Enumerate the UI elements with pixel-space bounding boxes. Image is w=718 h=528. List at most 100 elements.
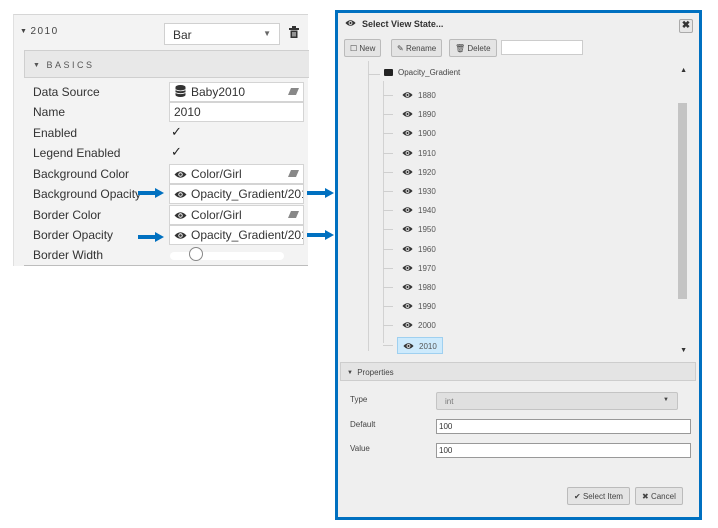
background-color-value: Color/Girl	[191, 167, 242, 181]
properties-section-header[interactable]: ▼ Properties	[340, 362, 696, 381]
tree-line	[383, 344, 393, 346]
data-source-field[interactable]: Baby2010	[169, 82, 304, 102]
border-opacity-value: Opacity_Gradient/2010	[191, 228, 304, 242]
legend-enabled-checkbox[interactable]: ✓	[171, 144, 182, 160]
x-icon: ✖	[642, 492, 649, 501]
tree-item[interactable]: 1930	[397, 183, 441, 200]
border-color-value: Color/Girl	[191, 208, 242, 222]
background-color-field[interactable]: Color/Girl	[169, 164, 304, 184]
eye-icon	[402, 168, 413, 178]
tree-item[interactable]: 1920	[397, 164, 441, 181]
collapse-triangle-icon: ▼	[347, 370, 353, 376]
tree-line	[383, 325, 393, 327]
border-width-slider-handle[interactable]	[189, 247, 203, 261]
background-opacity-label: Background Opacity	[33, 187, 142, 201]
chart-type-select[interactable]: Bar ▼	[164, 23, 280, 45]
data-source-value: Baby2010	[191, 85, 246, 99]
name-input[interactable]: 2010	[169, 102, 304, 122]
chevron-down-icon: ▼	[263, 29, 271, 38]
eraser-icon[interactable]	[288, 88, 299, 95]
tree-line	[383, 229, 393, 231]
new-button[interactable]: ☐ New	[344, 39, 382, 57]
cancel-button[interactable]: ✖ Cancel	[635, 487, 683, 505]
tree-item-label: 1900	[418, 129, 436, 139]
value-input[interactable]: 100	[436, 443, 691, 458]
dialog-title: Select View State...	[362, 19, 444, 29]
tree-line	[383, 191, 393, 192]
panel-divider	[24, 265, 308, 266]
database-icon	[175, 85, 186, 97]
tree-item-label: 2010	[419, 341, 437, 351]
scrollbar-thumb[interactable]	[678, 103, 687, 299]
close-button[interactable]: ✖	[679, 19, 693, 33]
type-select[interactable]: int ▼	[436, 392, 678, 410]
tree-item[interactable]: 1900	[397, 125, 441, 142]
scroll-up-arrow[interactable]: ▲	[680, 67, 687, 74]
basics-section-header[interactable]: ▼ BASICS	[24, 50, 309, 78]
background-opacity-value: Opacity_Gradient/2010	[191, 187, 304, 201]
tree-item-label: 1890	[418, 110, 436, 120]
enabled-checkbox[interactable]: ✓	[171, 124, 182, 140]
search-input[interactable]	[501, 40, 583, 55]
rename-button[interactable]: ✎ Rename	[391, 39, 443, 57]
eraser-icon[interactable]	[288, 211, 299, 218]
default-input[interactable]: 100	[436, 419, 691, 434]
square-icon: ☐	[350, 44, 358, 53]
chart-type-value: Bar	[173, 28, 192, 42]
border-color-field[interactable]: Color/Girl	[169, 205, 304, 225]
select-item-label: Select Item	[582, 492, 623, 501]
tree-item-label: 1930	[418, 187, 436, 196]
default-label: Default	[350, 420, 376, 429]
border-width-label: Border Width	[33, 248, 104, 262]
tree-item[interactable]: 1910	[397, 145, 441, 162]
background-opacity-field[interactable]: Opacity_Gradient/2010	[169, 184, 304, 204]
tree-line	[383, 114, 393, 116]
tree-item[interactable]: 1940	[397, 202, 441, 219]
tree-item-label: 1950	[418, 225, 436, 235]
eye-icon	[402, 225, 413, 235]
tree-line	[383, 133, 393, 135]
annotation-arrow	[307, 230, 334, 240]
tree-item[interactable]: 1990	[397, 298, 441, 315]
eye-icon	[402, 283, 413, 293]
tree-item-label: 1880	[418, 91, 436, 100]
tree-line	[383, 267, 393, 269]
type-label: Type	[350, 395, 368, 404]
border-width-slider-track[interactable]	[170, 252, 284, 260]
collapse-triangle-icon: ▼	[33, 62, 43, 69]
eraser-icon[interactable]	[288, 170, 299, 177]
annotation-arrow	[138, 188, 164, 198]
trash-icon[interactable]	[289, 26, 299, 38]
scroll-down-arrow[interactable]: ▼	[680, 347, 687, 354]
tree-item[interactable]: 1960	[397, 241, 441, 258]
tree-line	[383, 152, 393, 154]
dialog-title-bar: Select View State...	[338, 13, 699, 35]
tree-item[interactable]: 1950	[397, 221, 441, 238]
eye-icon	[402, 245, 413, 255]
tree-item[interactable]: 1890	[397, 106, 441, 123]
tree-line	[368, 61, 369, 351]
eye-icon	[402, 321, 413, 331]
tree-item[interactable]: 2010	[397, 336, 443, 354]
tree-item[interactable]: 1880	[397, 87, 441, 104]
tree-folder[interactable]: Opacity_Gradient	[384, 68, 460, 77]
folder-label: Opacity_Gradient	[398, 68, 461, 77]
tree-line	[383, 95, 393, 96]
tree-item[interactable]: 2000	[397, 317, 441, 334]
tree-item-label: 1940	[418, 206, 436, 216]
select-item-button[interactable]: ✔ Select Item	[567, 487, 630, 505]
border-opacity-field[interactable]: Opacity_Gradient/2010	[169, 225, 304, 245]
value-label: Value	[350, 444, 370, 453]
tree-item[interactable]: 1980	[397, 279, 441, 296]
tree-line	[383, 306, 393, 308]
eye-icon	[402, 302, 413, 312]
legend-enabled-label: Legend Enabled	[33, 146, 121, 160]
eye-icon	[174, 171, 187, 178]
tree-item[interactable]: 1970	[397, 260, 441, 277]
eye-icon	[402, 187, 413, 197]
delete-button[interactable]: 🗑 Delete	[449, 39, 497, 57]
series-header[interactable]: ▼ 2010	[20, 26, 59, 37]
delete-label: Delete	[467, 44, 491, 53]
border-opacity-label: Border Opacity	[33, 228, 114, 242]
basics-title: BASICS	[46, 60, 95, 70]
